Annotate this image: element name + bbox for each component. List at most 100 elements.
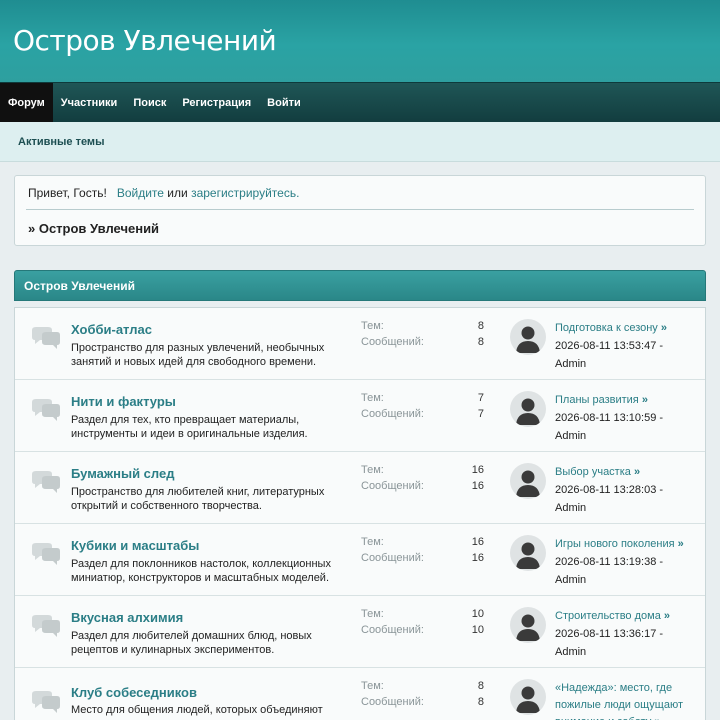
topics-label: Тем: bbox=[361, 320, 384, 332]
greeting-line: Привет, Гость! Войдите или зарегистрируй… bbox=[28, 186, 299, 200]
last-post-arrow[interactable]: » bbox=[664, 610, 670, 622]
nav-search[interactable]: Поиск bbox=[125, 83, 174, 122]
site-header: Остров Увлечений bbox=[0, 0, 720, 82]
main-navbar: Форум Участники Поиск Регистрация Войти bbox=[0, 82, 720, 122]
site-title[interactable]: Остров Увлечений bbox=[13, 24, 277, 57]
chat-bubbles-icon bbox=[32, 399, 60, 421]
active-topics-link[interactable]: Активные темы bbox=[18, 136, 104, 148]
last-post-author: Admin bbox=[555, 358, 587, 370]
last-post-meta: 2026-08-11 13:36:17 - Admin bbox=[555, 625, 705, 661]
posts-count: 16 bbox=[471, 480, 484, 492]
nav-register[interactable]: Регистрация bbox=[174, 83, 259, 122]
user-silhouette-icon bbox=[516, 614, 540, 641]
last-post-link[interactable]: Игры нового поколения » bbox=[555, 536, 705, 552]
last-post-author: Admin bbox=[555, 646, 587, 658]
sub-navbar: Активные темы bbox=[0, 122, 720, 162]
last-post-arrow[interactable]: » bbox=[678, 538, 684, 550]
board-description: Пространство для любителей книг, литерат… bbox=[71, 486, 325, 512]
board-description: Место для общения людей, которых объедин… bbox=[71, 704, 323, 716]
last-post-link[interactable]: «Надежда»: место, где пожилые люди ощуща… bbox=[555, 680, 705, 720]
chat-bubbles-icon bbox=[32, 543, 60, 565]
posts-label: Сообщений: bbox=[361, 552, 424, 564]
board-title[interactable]: Клуб собеседников bbox=[71, 685, 197, 700]
last-post-meta: 2026-08-11 13:19:38 - Admin bbox=[555, 553, 705, 589]
divider bbox=[26, 209, 694, 210]
board-title[interactable]: Нити и фактуры bbox=[71, 394, 176, 409]
posts-count: 7 bbox=[477, 408, 484, 420]
last-post-link[interactable]: Планы развития » bbox=[555, 392, 705, 408]
login-link[interactable]: Войдите bbox=[117, 186, 164, 200]
last-post-author: Admin bbox=[555, 502, 587, 514]
avatar bbox=[510, 463, 546, 499]
board-title[interactable]: Кубики и масштабы bbox=[71, 538, 199, 553]
last-post-link[interactable]: Выбор участка » bbox=[555, 464, 705, 480]
last-post-meta: 2026-08-11 13:53:47 - Admin bbox=[555, 337, 705, 373]
last-post-arrow[interactable]: » bbox=[634, 466, 640, 478]
chat-bubbles-icon bbox=[32, 471, 60, 493]
chat-bubbles-icon bbox=[32, 327, 60, 349]
nav-members[interactable]: Участники bbox=[53, 83, 126, 122]
topics-count: 16 bbox=[471, 536, 484, 548]
user-silhouette-icon bbox=[516, 686, 540, 713]
last-post-date: 2026-08-11 13:19:38 - bbox=[555, 556, 664, 568]
posts-count: 8 bbox=[477, 696, 484, 708]
board-list: Хобби-атлас Пространство для разных увле… bbox=[14, 307, 706, 720]
board-description: Раздел для любителей домашних блюд, новы… bbox=[71, 630, 312, 656]
chat-bubbles-icon bbox=[32, 615, 60, 637]
last-post-author: Admin bbox=[555, 430, 587, 442]
last-post-link[interactable]: Подготовка к сезону » bbox=[555, 320, 705, 336]
last-post-arrow[interactable]: » bbox=[654, 716, 660, 720]
last-post-arrow[interactable]: » bbox=[661, 322, 667, 334]
nav-forum[interactable]: Форум bbox=[0, 83, 53, 122]
avatar bbox=[510, 319, 546, 355]
or-text: или bbox=[167, 186, 188, 200]
topics-label: Тем: bbox=[361, 392, 384, 404]
welcome-box: Привет, Гость! Войдите или зарегистрируй… bbox=[14, 175, 706, 246]
board-row: Вкусная алхимия Раздел для любителей дом… bbox=[15, 596, 705, 668]
greeting-text: Привет, Гость! bbox=[28, 186, 107, 200]
user-silhouette-icon bbox=[516, 542, 540, 569]
last-post-title[interactable]: Планы развития bbox=[555, 394, 639, 406]
topics-count: 10 bbox=[471, 608, 484, 620]
board-title[interactable]: Бумажный след bbox=[71, 466, 174, 481]
register-link[interactable]: зарегистрируйтесь. bbox=[191, 186, 299, 200]
posts-label: Сообщений: bbox=[361, 624, 424, 636]
topics-label: Тем: bbox=[361, 608, 384, 620]
chat-bubbles-icon bbox=[32, 691, 60, 713]
topics-count: 8 bbox=[477, 680, 484, 692]
last-post-arrow[interactable]: » bbox=[642, 394, 648, 406]
posts-label: Сообщений: bbox=[361, 336, 424, 348]
posts-label: Сообщений: bbox=[361, 696, 424, 708]
topics-label: Тем: bbox=[361, 536, 384, 548]
user-silhouette-icon bbox=[516, 326, 540, 353]
user-silhouette-icon bbox=[516, 470, 540, 497]
topics-count: 16 bbox=[471, 464, 484, 476]
nav-login[interactable]: Войти bbox=[259, 83, 309, 122]
posts-count: 16 bbox=[471, 552, 484, 564]
last-post-date: 2026-08-11 13:36:17 - bbox=[555, 628, 664, 640]
board-title[interactable]: Вкусная алхимия bbox=[71, 610, 183, 625]
board-title[interactable]: Хобби-атлас bbox=[71, 322, 152, 337]
last-post-link[interactable]: Строительство дома » bbox=[555, 608, 705, 624]
last-post-title[interactable]: Выбор участка bbox=[555, 466, 631, 478]
topics-count: 7 bbox=[477, 392, 484, 404]
last-post-title[interactable]: Подготовка к сезону bbox=[555, 322, 658, 334]
board-row: Хобби-атлас Пространство для разных увле… bbox=[15, 308, 705, 380]
last-post-title[interactable]: «Надежда»: место, где пожилые люди ощуща… bbox=[555, 682, 683, 720]
posts-label: Сообщений: bbox=[361, 408, 424, 420]
last-post-date: 2026-08-11 13:28:03 - bbox=[555, 484, 664, 496]
last-post-title[interactable]: Игры нового поколения bbox=[555, 538, 675, 550]
category-title[interactable]: Остров Увлечений bbox=[24, 279, 135, 293]
last-post-title[interactable]: Строительство дома bbox=[555, 610, 661, 622]
user-silhouette-icon bbox=[516, 398, 540, 425]
posts-count: 10 bbox=[471, 624, 484, 636]
board-row: Клуб собеседников Место для общения люде… bbox=[15, 668, 705, 720]
last-post-date: 2026-08-11 13:53:47 - bbox=[555, 340, 664, 352]
breadcrumb: » Остров Увлечений bbox=[28, 221, 160, 236]
board-row: Нити и фактуры Раздел для тех, кто превр… bbox=[15, 380, 705, 452]
category-header: Остров Увлечений bbox=[14, 270, 706, 301]
avatar bbox=[510, 391, 546, 427]
avatar bbox=[510, 535, 546, 571]
avatar bbox=[510, 679, 546, 715]
topics-label: Тем: bbox=[361, 464, 384, 476]
